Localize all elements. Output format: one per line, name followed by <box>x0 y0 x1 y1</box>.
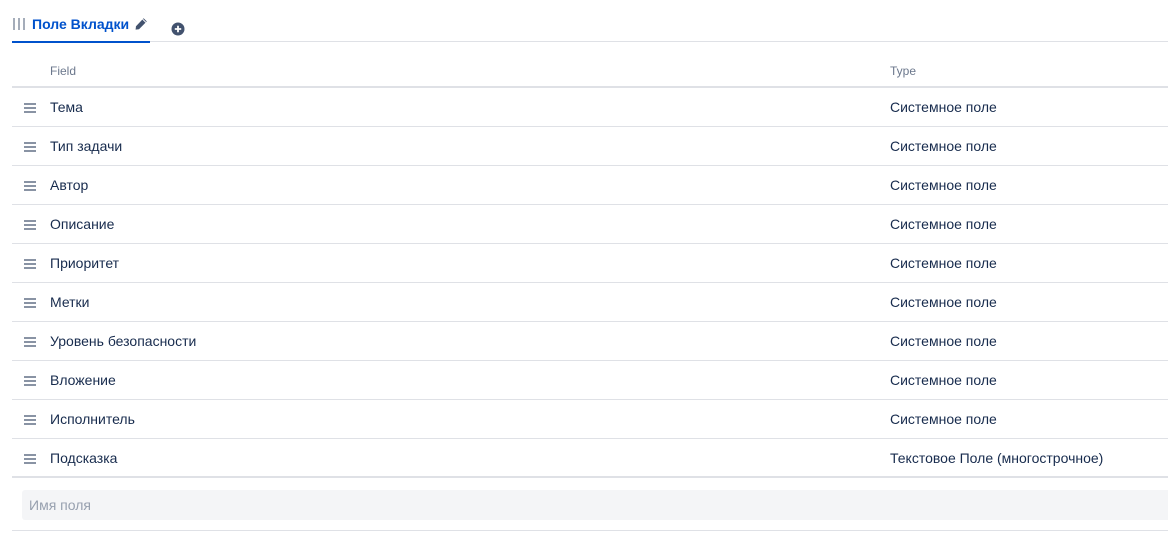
drag-handle-icon[interactable] <box>24 181 36 191</box>
field-name: Тип задачи <box>50 138 123 154</box>
field-name-input[interactable] <box>22 490 1168 520</box>
drag-handle-icon[interactable] <box>24 337 36 347</box>
add-field-row <box>12 479 1168 531</box>
field-type: Системное поле <box>890 177 997 193</box>
drag-handle-icon[interactable] <box>24 454 36 464</box>
tab-field-tab[interactable]: Поле Вкладки <box>12 14 151 43</box>
drag-handle-icon[interactable] <box>24 298 36 308</box>
drag-handle-icon[interactable] <box>24 220 36 230</box>
field-type: Системное поле <box>890 333 997 349</box>
table-row[interactable]: Метки Системное поле <box>12 283 1168 322</box>
field-type: Системное поле <box>890 411 997 427</box>
field-type: Системное поле <box>890 216 997 232</box>
table-row[interactable]: Тип задачи Системное поле <box>12 127 1168 166</box>
table-header: Field Type <box>12 54 1168 88</box>
plus-circle-icon[interactable] <box>171 22 185 36</box>
table-row[interactable]: Вложение Системное поле <box>12 361 1168 400</box>
field-type: Системное поле <box>890 138 997 154</box>
field-type: Системное поле <box>890 294 997 310</box>
drag-handle-icon[interactable] <box>24 103 36 113</box>
tabs-bar: Поле Вкладки <box>12 0 1168 43</box>
table-row[interactable]: Уровень безопасности Системное поле <box>12 322 1168 361</box>
field-type: Текстовое Поле (многострочное) <box>890 450 1104 466</box>
table-row[interactable]: Описание Системное поле <box>12 205 1168 244</box>
tab-label[interactable]: Поле Вкладки <box>32 14 129 34</box>
vertical-grip-icon[interactable] <box>13 18 25 30</box>
drag-handle-icon[interactable] <box>24 259 36 269</box>
table-row[interactable]: Тема Системное поле <box>12 88 1168 127</box>
field-name: Приоритет <box>50 255 120 271</box>
pencil-icon[interactable] <box>134 17 148 31</box>
drag-handle-icon[interactable] <box>24 142 36 152</box>
drag-handle-icon[interactable] <box>24 415 36 425</box>
field-name: Уровень безопасности <box>50 333 197 349</box>
drag-handle-icon[interactable] <box>24 376 36 386</box>
field-name: Описание <box>50 216 115 232</box>
field-type: Системное поле <box>890 99 997 115</box>
field-name: Автор <box>50 177 89 193</box>
field-type: Системное поле <box>890 372 997 388</box>
fields-table: Field Type Тема Системное поле Тип задач… <box>12 54 1168 478</box>
table-row[interactable]: Автор Системное поле <box>12 166 1168 205</box>
table-body: Тема Системное поле Тип задачи Системное… <box>12 88 1168 478</box>
field-name: Метки <box>50 294 90 310</box>
column-header-type: Type <box>890 64 917 78</box>
field-name: Вложение <box>50 372 116 388</box>
column-header-field: Field <box>50 64 77 78</box>
field-name: Исполнитель <box>50 411 135 427</box>
field-name: Подсказка <box>50 450 118 466</box>
field-type: Системное поле <box>890 255 997 271</box>
field-name: Тема <box>50 99 83 115</box>
table-row[interactable]: Подсказка Текстовое Поле (многострочное) <box>12 439 1168 478</box>
table-row[interactable]: Исполнитель Системное поле <box>12 400 1168 439</box>
table-row[interactable]: Приоритет Системное поле <box>12 244 1168 283</box>
